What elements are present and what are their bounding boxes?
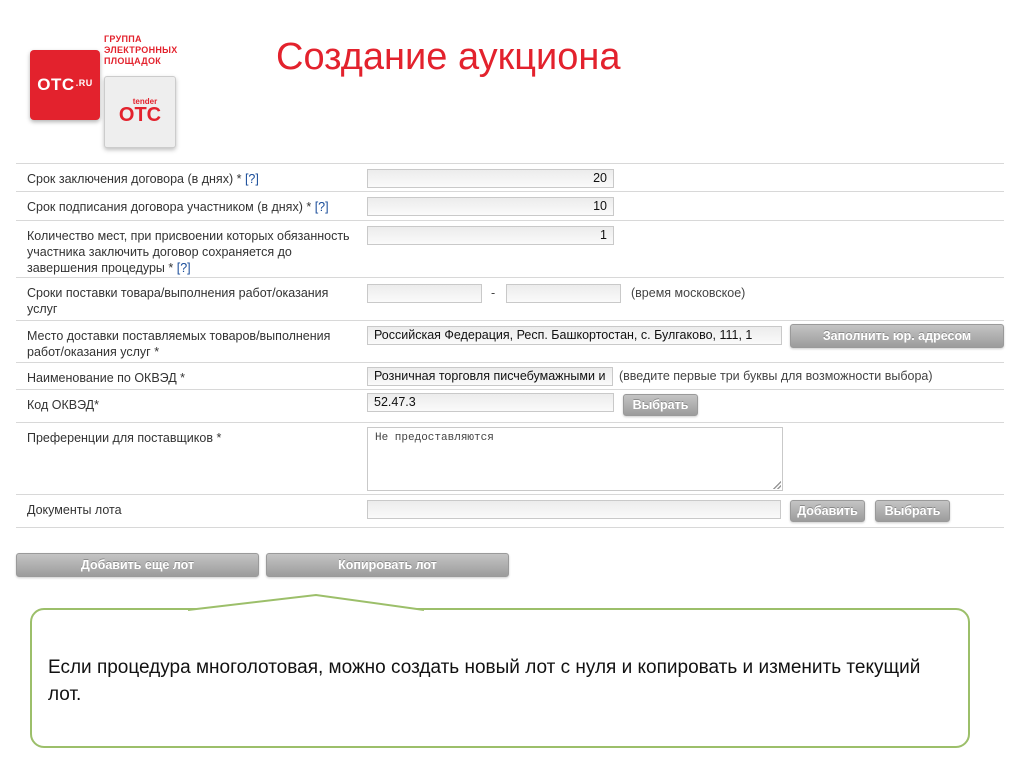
lot-form: Срок заключения договора (в днях) * [?] … [16, 163, 1004, 528]
help-link[interactable]: [?] [245, 172, 259, 186]
row-delivery-period: Сроки поставки товара/выполнения работ/о… [16, 277, 1004, 320]
contract-term-label-text: Срок заключения договора (в днях) * [27, 172, 242, 186]
contract-term-input[interactable]: 20 [367, 169, 614, 188]
delivery-period-label: Сроки поставки товара/выполнения работ/о… [27, 286, 329, 316]
delivery-from-input[interactable] [367, 284, 482, 303]
group-logo-text: ГРУППА ЭЛЕКТРОННЫХ ПЛОЩАДОК [104, 34, 199, 67]
add-document-button[interactable]: Добавить [790, 500, 865, 522]
group-line-2: ЭЛЕКТРОННЫХ [104, 45, 178, 55]
preferences-label: Преференции для поставщиков * [27, 431, 222, 445]
delivery-to-input[interactable] [506, 284, 621, 303]
okved-name-hint: (введите первые три буквы для возможност… [619, 369, 933, 383]
okved-select-button[interactable]: Выбрать [623, 394, 698, 416]
tender-logo-big: OTC [118, 104, 162, 126]
okved-name-input[interactable]: Розничная торговля писчебумажными и [367, 367, 613, 386]
callout-box: Если процедура многолотовая, можно созда… [30, 608, 970, 748]
row-okved-code: Код ОКВЭД* 52.47.3 Выбрать [16, 389, 1004, 422]
ots-logo-suffix: .RU [75, 78, 93, 88]
signing-term-label-text: Срок подписания договора участником (в д… [27, 200, 312, 214]
row-places-count: Количество мест, при присвоении которых … [16, 220, 1004, 277]
documents-input[interactable] [367, 500, 781, 519]
moscow-time-hint: (время московское) [631, 286, 746, 300]
page-title: Создание аукциона [276, 36, 621, 78]
row-documents: Документы лота Добавить Выбрать [16, 494, 1004, 528]
preferences-textarea[interactable]: Не предоставляются [367, 427, 783, 491]
contract-term-label: Срок заключения договора (в днях) * [?] [27, 171, 357, 187]
row-okved-name: Наименование по ОКВЭД * Розничная торгов… [16, 362, 1004, 389]
signing-term-label: Срок подписания договора участником (в д… [27, 199, 357, 215]
copy-lot-button[interactable]: Копировать лот [266, 553, 509, 577]
callout-text: Если процедура многолотовая, можно созда… [48, 657, 921, 705]
help-link[interactable]: [?] [177, 261, 191, 275]
row-contract-term: Срок заключения договора (в днях) * [?] … [16, 163, 1004, 191]
group-line-3: ПЛОЩАДОК [104, 56, 162, 66]
ots-logo-text: OTC [37, 75, 75, 94]
row-delivery-place: Место доставки поставляемых товаров/выпо… [16, 320, 1004, 362]
signing-term-input[interactable]: 10 [367, 197, 614, 216]
ots-logo: OTC .RU [30, 50, 100, 120]
okved-code-input[interactable]: 52.47.3 [367, 393, 614, 412]
places-count-label: Количество мест, при присвоении которых … [27, 228, 357, 276]
select-document-button[interactable]: Выбрать [875, 500, 950, 522]
documents-label: Документы лота [27, 503, 122, 517]
fill-legal-address-button[interactable]: Заполнить юр. адресом [790, 324, 1004, 348]
okved-code-label: Код ОКВЭД* [27, 398, 99, 412]
add-lot-button[interactable]: Добавить еще лот [16, 553, 259, 577]
help-link[interactable]: [?] [315, 200, 329, 214]
resize-grip-icon[interactable] [773, 481, 781, 489]
row-preferences: Преференции для поставщиков * Не предост… [16, 422, 1004, 494]
preferences-value: Не предоставляются [375, 432, 494, 444]
places-count-input[interactable]: 1 [367, 226, 614, 245]
delivery-place-input[interactable]: Российская Федерация, Респ. Башкортостан… [367, 326, 782, 345]
tender-ots-logo: tender OTC [104, 76, 176, 148]
delivery-place-label: Место доставки поставляемых товаров/выпо… [27, 329, 331, 359]
group-line-1: ГРУППА [104, 34, 142, 44]
row-signing-term: Срок подписания договора участником (в д… [16, 191, 1004, 220]
okved-name-label: Наименование по ОКВЭД * [27, 371, 186, 385]
period-separator: - [491, 286, 496, 300]
